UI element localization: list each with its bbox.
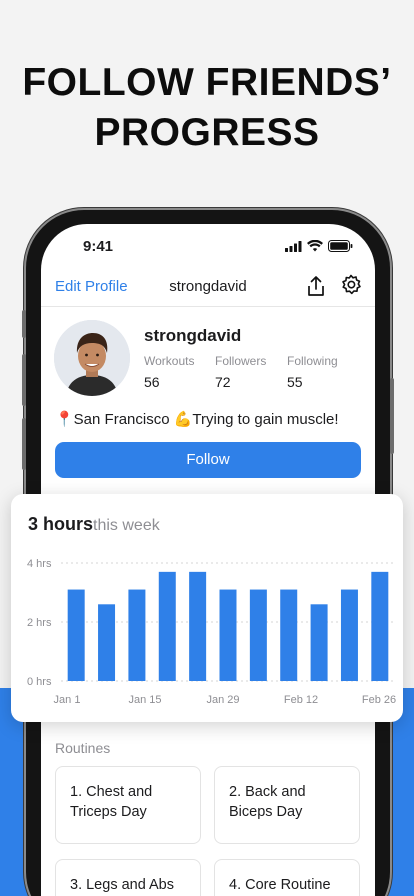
stat-label: Workouts: [144, 354, 195, 368]
routine-card-core[interactable]: 4. Core Routine: [214, 859, 360, 896]
routine-name: 2. Back and Biceps Day: [229, 784, 306, 820]
bar: [340, 589, 358, 681]
routine-name: 3. Legs and Abs: [70, 877, 174, 893]
routine-name: 4. Core Routine: [229, 877, 331, 893]
phone-volume-up-button: [22, 354, 26, 406]
bar: [219, 589, 237, 681]
profile-username: strongdavid: [144, 326, 242, 345]
nav-divider: [41, 306, 375, 307]
y-tick-label: 0 hrs: [27, 676, 52, 688]
x-tick-label: Jan 1: [54, 694, 81, 706]
y-tick-label: 2 hrs: [27, 617, 52, 629]
status-bar: 9:41: [41, 224, 375, 268]
routine-card-chest-triceps[interactable]: 1. Chest and Triceps Day: [55, 766, 201, 844]
bar: [158, 571, 176, 681]
headline: FOLLOW FRIENDS’ PROGRESS: [0, 58, 414, 158]
stat-label: Following: [287, 354, 338, 368]
bar: [371, 571, 389, 681]
x-tick-label: Jan 15: [128, 694, 161, 706]
bar: [310, 604, 328, 681]
wifi-icon: [307, 240, 323, 252]
phone-volume-down-button: [22, 418, 26, 470]
stat-label: Followers: [215, 354, 267, 368]
headline-line-2: PROGRESS: [94, 111, 320, 154]
bar: [249, 589, 267, 681]
settings-gear-icon[interactable]: [340, 274, 362, 296]
stat-following[interactable]: Following 55: [287, 354, 338, 390]
headline-line-1: FOLLOW FRIENDS’: [22, 61, 392, 104]
bar: [189, 571, 207, 681]
weekly-hours-card: 3 hoursthis week 0 hrs 2 hrs 4 hrs Jan 1 Jan…: [11, 494, 403, 722]
routine-name: 1. Chest and Triceps Day: [70, 784, 153, 820]
routine-card-back-biceps[interactable]: 2. Back and Biceps Day: [214, 766, 360, 844]
profile-bio: 📍San Francisco 💪Trying to gain muscle!: [55, 411, 339, 428]
bar: [280, 589, 298, 681]
phone-power-button: [390, 378, 394, 454]
bar: [98, 604, 116, 681]
battery-icon: [328, 240, 353, 252]
bar: [128, 589, 146, 681]
avatar-photo: [54, 320, 130, 396]
stat-value: 72: [215, 374, 231, 390]
stat-workouts[interactable]: Workouts 56: [144, 354, 194, 390]
follow-button[interactable]: Follow: [55, 442, 361, 478]
stat-value: 55: [287, 374, 303, 390]
routines-heading: Routines: [55, 740, 111, 756]
profile-nav-bar: Edit Profile strongdavid: [41, 272, 375, 302]
weekly-hours-bar-chart: 0 hrs 2 hrs 4 hrs Jan 1 Jan 15 Jan 29 Feb 12 Fe…: [27, 558, 396, 706]
routine-card-legs-abs[interactable]: 3. Legs and Abs: [55, 859, 201, 896]
cellular-signal-icon: [285, 240, 302, 252]
avatar[interactable]: [54, 320, 130, 396]
x-tick-label: Feb 12: [284, 694, 318, 706]
x-tick-label: Feb 26: [362, 694, 396, 706]
share-icon[interactable]: [305, 274, 327, 298]
status-time: 9:41: [83, 238, 114, 255]
phone-mute-button: [22, 310, 26, 338]
stat-value: 56: [144, 374, 160, 390]
bar: [67, 589, 85, 681]
y-tick-label: 4 hrs: [27, 558, 52, 570]
stat-followers[interactable]: Followers 72: [215, 354, 266, 390]
x-tick-label: Jan 29: [206, 694, 239, 706]
